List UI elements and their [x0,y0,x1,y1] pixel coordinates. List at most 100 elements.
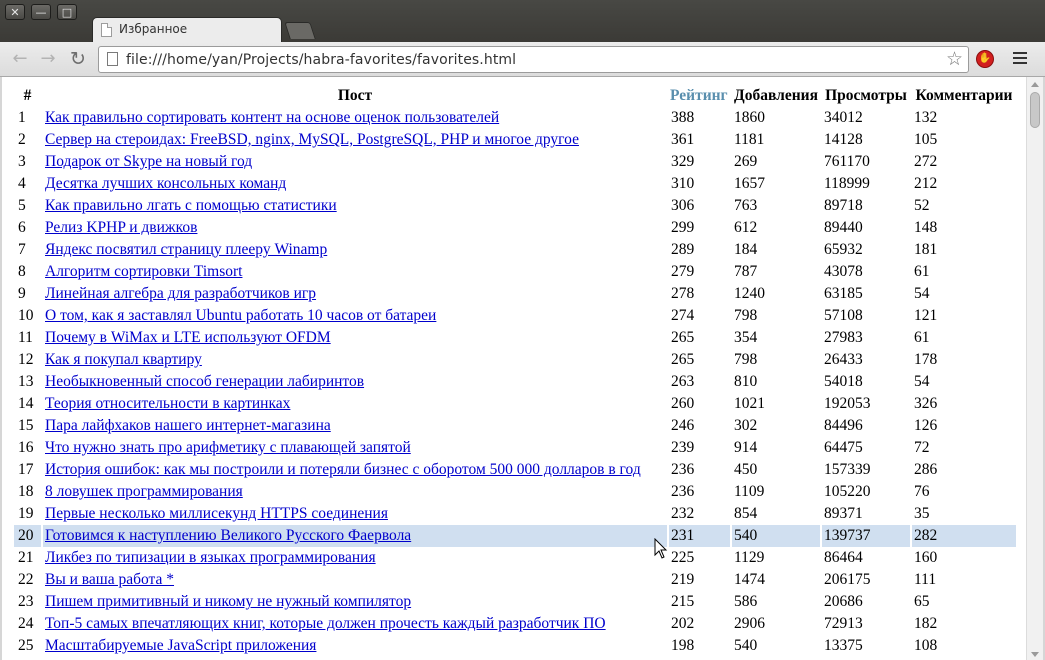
adds-value-cell: 1474 [734,571,765,588]
rating-value-cell: 260 [671,395,695,412]
scroll-down-icon[interactable] [1031,652,1039,657]
adds-value-cell: 269 [734,153,758,170]
post-link[interactable]: Почему в WiMax и LTE используют OFDM [45,329,331,346]
post-link-cell: Готовимся к наступлению Великого Русског… [43,525,667,547]
post-link-cell: Как правильно сортировать контент на осн… [43,107,667,129]
post-link[interactable]: Подарок от Skype на новый год [45,153,252,170]
rating-value-cell: 274 [671,307,695,324]
comments-value-cell: 182 [914,615,938,632]
row-number-cell: 6 [18,219,26,236]
adds-value-cell: 914 [734,439,758,456]
post-link[interactable]: Линейная алгебра для разработчиков игр [45,285,316,302]
comments-value-cell: 272 [914,153,938,170]
window-maximize-button[interactable]: □ [57,4,77,20]
url-text[interactable]: file:///home/yan/Projects/habra-favorite… [126,52,516,68]
views-value-cell: 13375 [824,637,863,654]
post-link[interactable]: Теория относительности в картинках [45,395,290,412]
table-row: 18 8 ловушек программирования 236 1109 10522… [14,481,1016,503]
post-link[interactable]: О том, как я заставлял Ubuntu работать 1… [45,307,436,324]
adblock-icon[interactable]: ✋ [976,50,994,68]
table-row: 16 Что нужно знать про арифметику с плава… [14,437,1016,459]
post-link-cell: Яндекс посвятил страницу плееру Winamp [43,239,667,261]
header-adds[interactable]: Добавления [732,85,820,107]
post-link[interactable]: 8 ловушек программирования [45,483,243,500]
post-link-cell: Почему в WiMax и LTE используют OFDM [43,327,667,349]
views-value-cell: 206175 [824,571,871,588]
row-number-cell: 1 [18,109,26,126]
header-views[interactable]: Просмотры [822,85,910,107]
adds-value-cell: 1657 [734,175,765,192]
post-link[interactable]: Топ-5 самых впечатляющих книг, которые д… [45,615,606,632]
post-link-cell: Релиз KPHP и движков [43,217,667,239]
document-icon [107,52,118,66]
post-link[interactable]: Яндекс посвятил страницу плееру Winamp [45,241,327,258]
star-icon[interactable]: ☆ [946,48,963,70]
views-value-cell: 57108 [824,307,863,324]
post-link-cell: Масштабируемые JavaScript приложения [43,635,667,657]
post-link[interactable]: Что нужно знать про арифметику с плавающ… [45,439,411,456]
header-rating[interactable]: Рейтинг [669,85,730,107]
rating-value-cell: 202 [671,615,695,632]
address-bar[interactable]: file:///home/yan/Projects/habra-favorite… [98,46,969,73]
views-value-cell: 63185 [824,285,863,302]
post-link[interactable]: Релиз KPHP и движков [45,219,197,236]
post-link[interactable]: Десятка лучших консольных команд [45,175,286,192]
comments-value-cell: 181 [914,241,938,258]
post-link[interactable]: История ошибок: как мы построили и потер… [45,461,641,478]
post-link[interactable]: Алгоритм сортировки Timsort [45,263,242,280]
views-value-cell: 89440 [824,219,863,236]
adds-value-cell: 798 [734,351,758,368]
post-link-cell: Теория относительности в картинках [43,393,667,415]
post-link[interactable]: Как правильно лгать с помощью статистики [45,197,337,214]
arrow-right-icon[interactable]: → [37,48,59,70]
row-number-cell: 10 [18,307,34,324]
post-link[interactable]: Первые несколько миллисекунд HTTPS соеди… [45,505,388,522]
post-link[interactable]: Вы и ваша работа * [45,571,174,588]
scroll-up-icon[interactable] [1031,82,1039,87]
post-link[interactable]: Ликбез по типизации в языках программиро… [45,549,376,566]
post-link-cell: Ликбез по типизации в языках программиро… [43,547,667,569]
post-link[interactable]: Масштабируемые JavaScript приложения [45,637,316,654]
post-link[interactable]: Пишем примитивный и никому не нужный ком… [45,593,411,610]
views-value-cell: 89718 [824,197,863,214]
tab-strip: ✕ — □ Избранное [0,0,1045,42]
hamburger-menu-icon[interactable] [1013,52,1027,66]
adds-value-cell: 810 [734,373,758,390]
views-value-cell: 761170 [824,153,870,170]
comments-value-cell: 52 [914,197,930,214]
scroll-thumb[interactable] [1030,92,1040,128]
page-content: # Пост Рейтинг Добавления Просмотры Комм… [2,77,1026,660]
views-value-cell: 139737 [822,525,910,547]
views-value-cell: 84496 [824,417,863,434]
window-close-button[interactable]: ✕ [5,4,25,20]
window-minimize-button[interactable]: — [31,4,51,20]
table-row: 24 Топ-5 самых впечатляющих книг, которые… [14,613,1016,635]
post-link[interactable]: Как правильно сортировать контент на осн… [45,109,499,126]
views-value-cell: 64475 [824,439,863,456]
reload-icon[interactable]: ↻ [67,48,89,70]
adds-value-cell: 763 [734,197,758,214]
views-value-cell: 118999 [824,175,870,192]
post-link[interactable]: Пара лайфхаков нашего интернет-магазина [45,417,331,434]
tab-title: Избранное [119,22,188,36]
header-post[interactable]: Пост [43,85,667,107]
post-link[interactable]: Готовимся к наступлению Великого Русског… [45,527,411,544]
arrow-left-icon[interactable]: ← [9,48,31,70]
post-link[interactable]: Как я покупал квартиру [45,351,202,368]
comments-value-cell: 148 [914,219,938,236]
new-tab-button[interactable] [284,22,316,39]
adds-value-cell: 586 [734,593,758,610]
row-number-cell: 3 [18,153,26,170]
adds-value-cell: 1021 [734,395,765,412]
post-link-cell: Подарок от Skype на новый год [43,151,667,173]
post-link[interactable]: Сервер на стероидах: FreeBSD, nginx, MyS… [45,131,579,148]
vertical-scrollbar[interactable] [1026,77,1043,660]
post-link-cell: О том, как я заставлял Ubuntu работать 1… [43,305,667,327]
rating-value-cell: 236 [671,483,695,500]
post-link[interactable]: Необыкновенный способ генерации лабиринт… [45,373,364,390]
tab-favorites[interactable]: Избранное [92,17,282,42]
header-comments[interactable]: Комментарии [912,85,1016,107]
rating-value-cell: 246 [671,417,695,434]
comments-value-cell: 65 [914,593,930,610]
row-number-cell: 21 [18,549,34,566]
